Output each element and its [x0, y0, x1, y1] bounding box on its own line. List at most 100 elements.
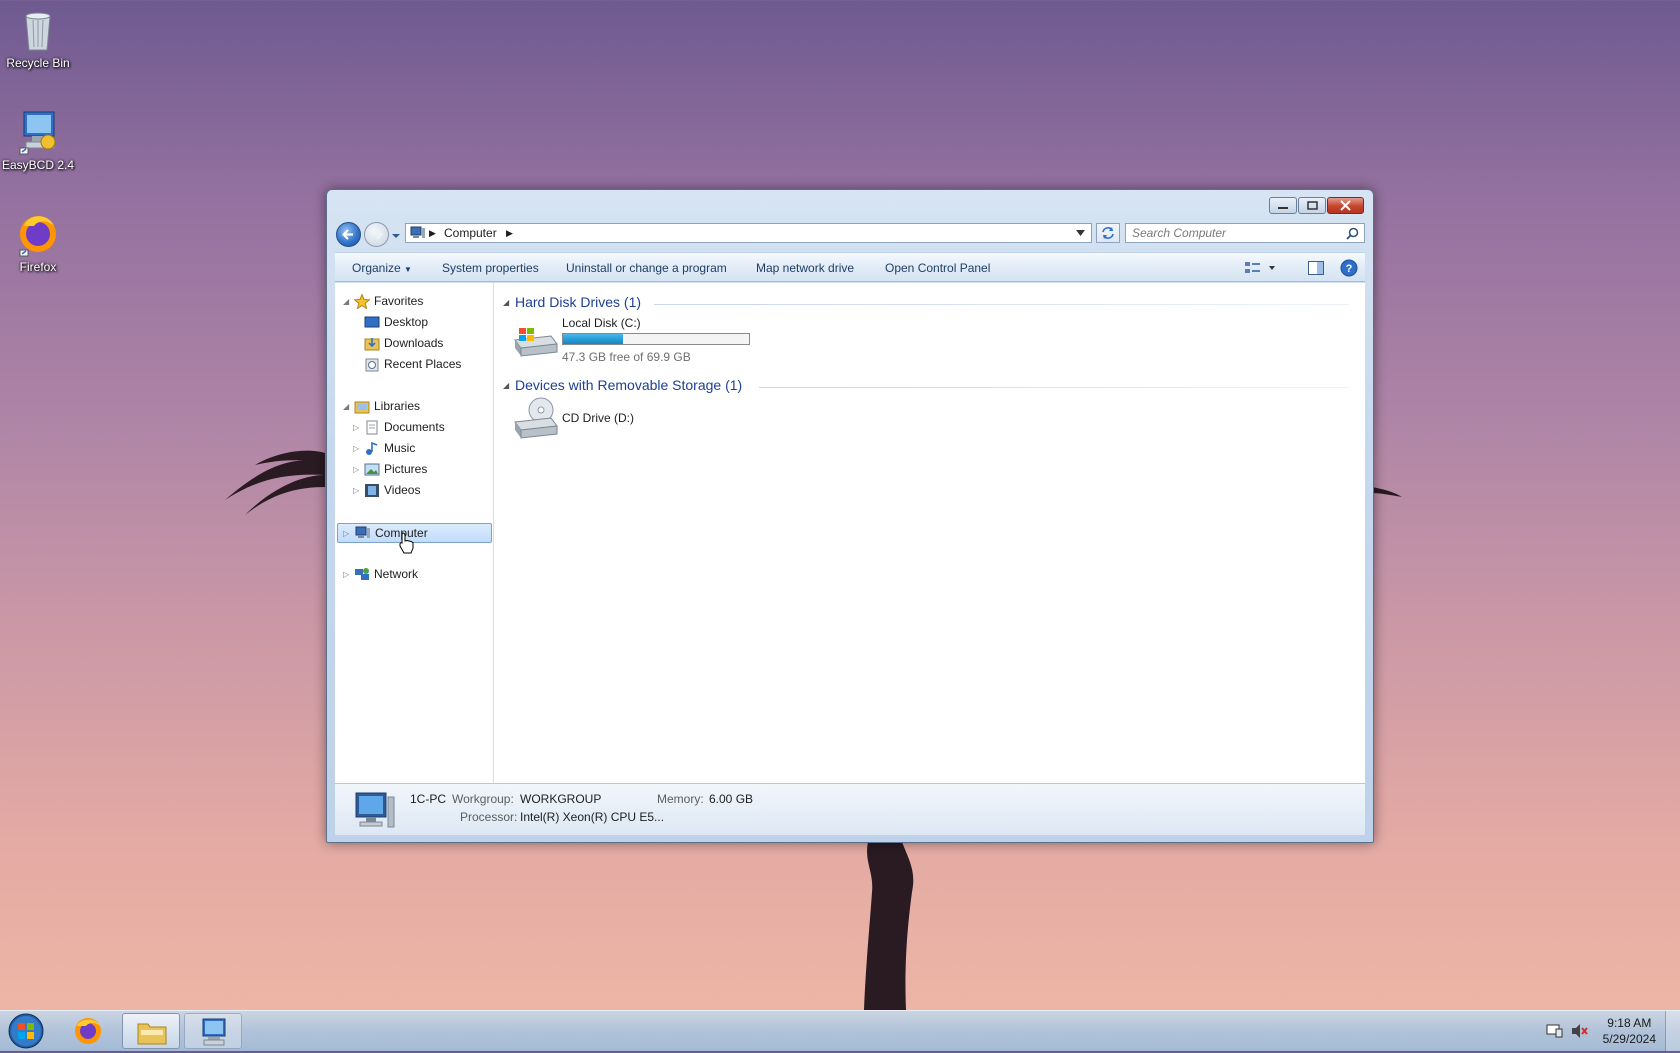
- help-icon: ?: [1340, 259, 1358, 277]
- nav-videos[interactable]: ▷ Videos: [353, 481, 483, 500]
- hard-drive-icon: [514, 328, 558, 357]
- desktop-icon-firefox[interactable]: Firefox: [0, 210, 78, 274]
- close-button[interactable]: [1327, 197, 1364, 214]
- search-icon[interactable]: [1346, 227, 1359, 240]
- taskbar-easybcd[interactable]: [184, 1013, 242, 1049]
- details-pane: 1C-PC Workgroup: WORKGROUP Memory: 6.00 …: [335, 783, 1365, 835]
- computer-name: 1C-PC: [410, 792, 447, 806]
- recent-pages-dropdown[interactable]: [391, 230, 401, 240]
- nav-desktop[interactable]: Desktop: [353, 313, 483, 332]
- nav-label: Favorites: [374, 294, 424, 308]
- show-desktop-button[interactable]: [1665, 1011, 1680, 1051]
- collapsed-arrow-icon[interactable]: ▷: [353, 439, 359, 458]
- nav-label: Network: [374, 567, 419, 581]
- nav-network[interactable]: ▷ Network: [343, 565, 483, 584]
- collapsed-arrow-icon[interactable]: ▷: [343, 524, 349, 543]
- organize-label: Organize: [352, 261, 401, 275]
- breadcrumb-separator[interactable]: ▶: [506, 228, 513, 239]
- group-header-hard-disk-drives[interactable]: Hard Disk Drives (1): [515, 294, 641, 310]
- help-button[interactable]: ?: [1340, 259, 1358, 277]
- restore-icon: [1307, 201, 1318, 210]
- documents-icon: [366, 420, 378, 435]
- downloads-folder-icon: [364, 338, 380, 351]
- network-icon: [355, 568, 369, 580]
- drive-local-disk-c[interactable]: Local Disk (C:) 47.3 GB free of 69.9 GB: [511, 316, 751, 364]
- command-bar: Organize ▼ System properties Uninstall o…: [335, 252, 1365, 282]
- maximize-button[interactable]: [1298, 197, 1326, 214]
- easybcd-icon: [202, 1018, 226, 1046]
- explorer-window: ▶ Computer ▶ Organize ▼ System propertie…: [326, 189, 1374, 843]
- action-center-icon[interactable]: [1546, 1023, 1564, 1039]
- collapsed-arrow-icon[interactable]: ▷: [353, 481, 359, 500]
- system-properties-button[interactable]: System properties: [442, 261, 539, 275]
- search-input[interactable]: [1132, 226, 1332, 240]
- drive-usage-fill: [563, 334, 624, 344]
- desktop-icon-label: EasyBCD 2.4: [1, 158, 75, 172]
- memory-label: Memory:: [657, 792, 704, 806]
- taskbar-firefox[interactable]: [60, 1013, 118, 1049]
- nav-label: Recent Places: [384, 357, 462, 371]
- group-divider: [654, 304, 1349, 305]
- nav-libraries[interactable]: ◢ Libraries: [343, 397, 483, 416]
- chevron-down-icon: ▼: [404, 265, 412, 274]
- collapsed-arrow-icon[interactable]: ▷: [353, 460, 359, 479]
- svg-text:?: ?: [1346, 263, 1353, 275]
- collapsed-arrow-icon[interactable]: ▷: [353, 418, 359, 437]
- minimize-button[interactable]: [1269, 197, 1297, 214]
- change-view-button[interactable]: [1243, 260, 1279, 276]
- expand-arrow-icon[interactable]: ◢: [343, 292, 349, 311]
- organize-button[interactable]: Organize ▼: [352, 261, 412, 275]
- taskbar: 9:18 AM 5/29/2024: [0, 1010, 1680, 1051]
- volume-muted-icon[interactable]: [1570, 1023, 1588, 1039]
- address-dropdown-icon[interactable]: [1076, 230, 1085, 236]
- palm-leaves-left: [225, 450, 325, 515]
- videos-icon: [365, 484, 379, 497]
- minimize-icon: [1278, 207, 1288, 209]
- system-clock[interactable]: 9:18 AM 5/29/2024: [1603, 1015, 1656, 1047]
- group-collapse-icon[interactable]: ◢: [503, 381, 509, 390]
- search-box[interactable]: [1125, 223, 1365, 243]
- nav-documents[interactable]: ▷ Documents: [353, 418, 483, 437]
- forward-button[interactable]: [364, 222, 389, 247]
- nav-pictures[interactable]: ▷ Pictures: [353, 460, 483, 479]
- memory-value: 6.00 GB: [709, 792, 754, 806]
- desktop-folder-icon: [364, 316, 380, 328]
- preview-pane-icon: [1308, 261, 1324, 275]
- folder-icon: [137, 1023, 167, 1045]
- palm-trunk: [864, 842, 914, 1010]
- nav-downloads[interactable]: Downloads: [353, 334, 483, 353]
- open-control-panel-button[interactable]: Open Control Panel: [885, 261, 990, 275]
- drive-free-space: 47.3 GB free of 69.9 GB: [562, 350, 691, 364]
- nav-recent-places[interactable]: Recent Places: [353, 355, 483, 374]
- view-options-icon: [1245, 262, 1275, 273]
- address-bar[interactable]: ▶ Computer ▶: [405, 223, 1092, 243]
- cd-drive-icon: [514, 397, 558, 439]
- computer-icon: [355, 792, 395, 828]
- easybcd-icon: [14, 108, 62, 156]
- desktop-icon-recycle-bin[interactable]: Recycle Bin: [0, 6, 78, 70]
- nav-favorites[interactable]: ◢ Favorites: [343, 292, 483, 311]
- expand-arrow-icon[interactable]: ◢: [343, 397, 349, 416]
- recent-places-icon: [365, 358, 379, 372]
- refresh-button[interactable]: [1096, 223, 1120, 243]
- nav-label: Documents: [384, 420, 445, 434]
- uninstall-program-button[interactable]: Uninstall or change a program: [566, 261, 727, 275]
- map-network-drive-button[interactable]: Map network drive: [756, 261, 854, 275]
- group-collapse-icon[interactable]: ◢: [503, 298, 509, 307]
- clock-time: 9:18 AM: [1607, 1016, 1652, 1030]
- nav-music[interactable]: ▷ Music: [353, 439, 483, 458]
- breadcrumb-computer[interactable]: Computer: [444, 226, 497, 240]
- collapsed-arrow-icon[interactable]: ▷: [343, 565, 349, 584]
- drive-cd-drive-d[interactable]: CD Drive (D:): [511, 394, 671, 442]
- back-button[interactable]: [336, 222, 361, 247]
- workgroup-label: Workgroup:: [452, 792, 514, 806]
- firefox-icon: [14, 210, 62, 258]
- group-header-removable-storage[interactable]: Devices with Removable Storage (1): [515, 377, 742, 393]
- taskbar-explorer[interactable]: [122, 1013, 180, 1049]
- desktop-icon-easybcd[interactable]: EasyBCD 2.4: [0, 108, 78, 172]
- processor-label: Processor:: [460, 810, 518, 824]
- start-button[interactable]: [6, 1012, 46, 1050]
- preview-pane-button[interactable]: [1307, 260, 1325, 276]
- workgroup-value: WORKGROUP: [520, 792, 602, 806]
- breadcrumb-separator[interactable]: ▶: [429, 228, 436, 239]
